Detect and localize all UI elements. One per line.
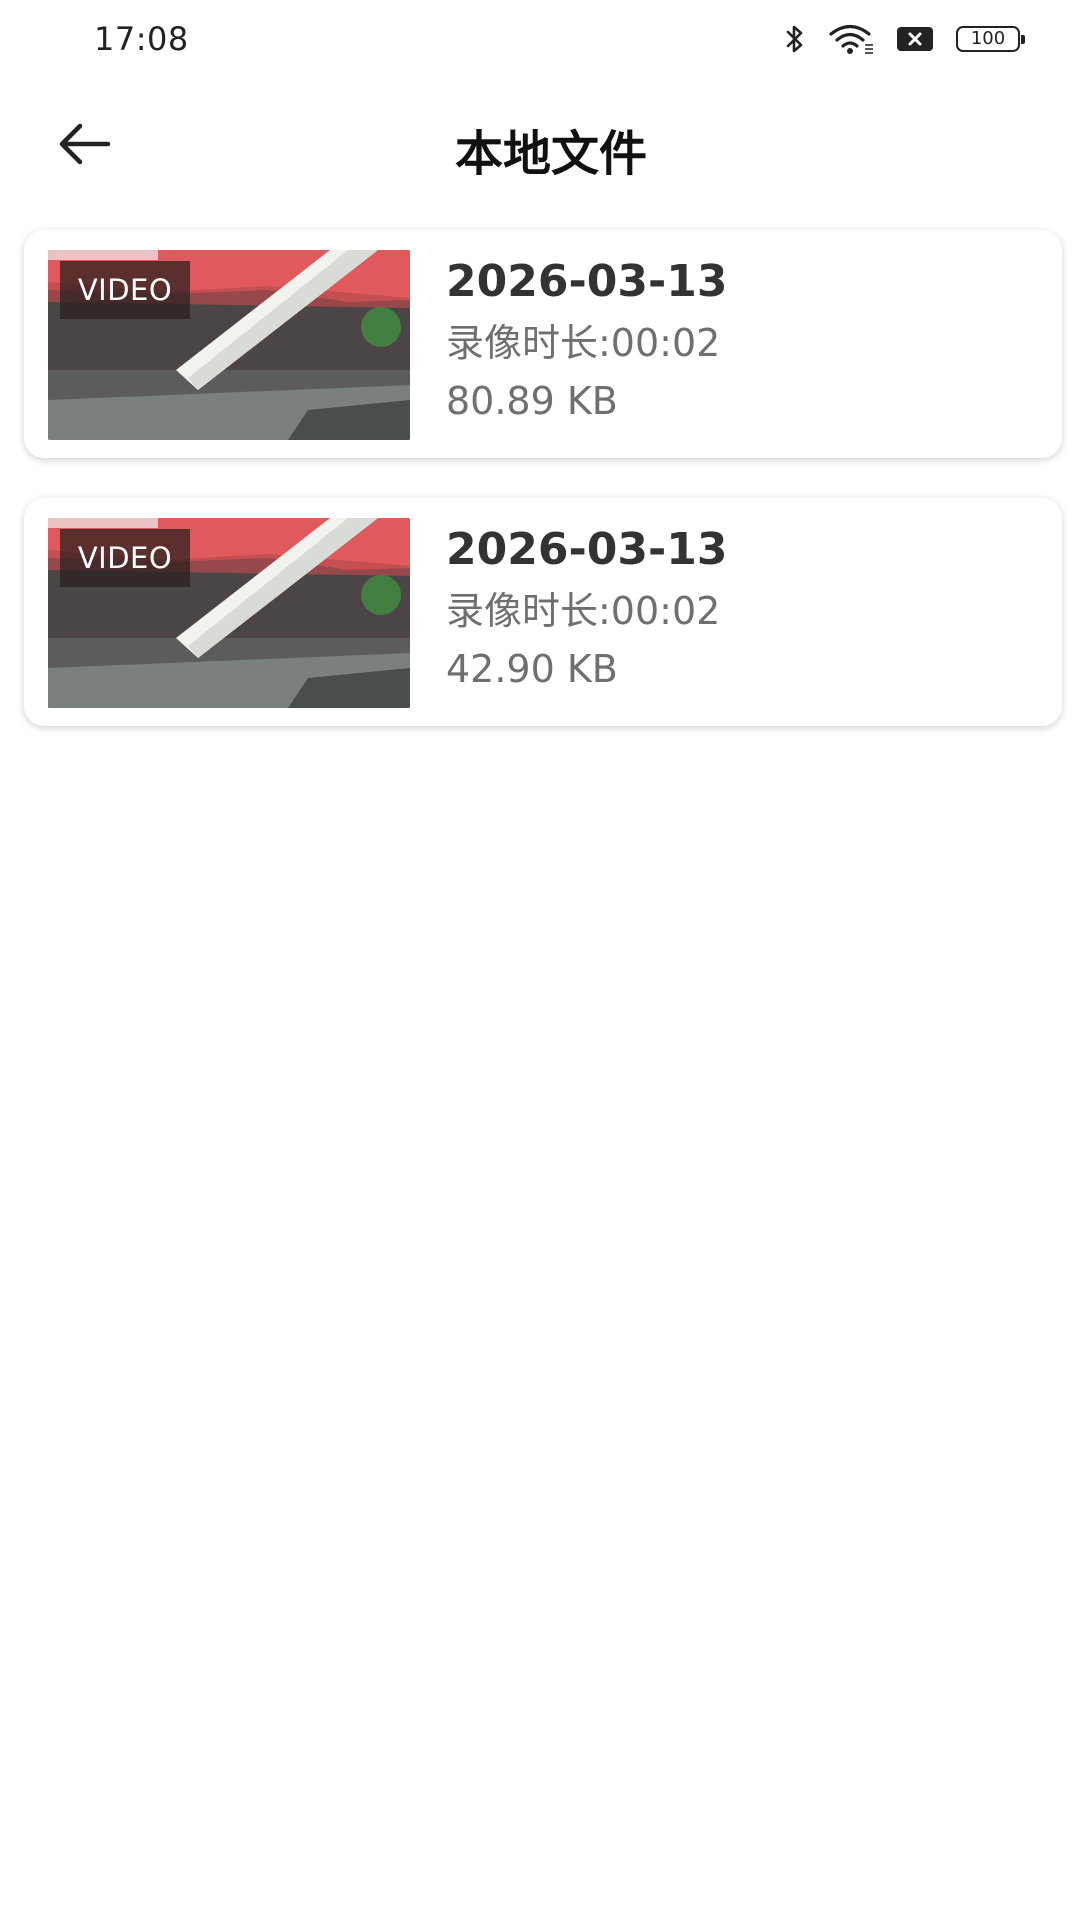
page-title: 本地文件 bbox=[454, 126, 647, 182]
file-date: 2026-03-13 bbox=[446, 524, 728, 575]
file-size: 80.89 KB bbox=[446, 379, 618, 423]
local-files-screen: 17:08 100 本地文件 VIDEO 2026-03-13 录像时长:00:… bbox=[0, 0, 1080, 1920]
status-icons: 100 bbox=[762, 22, 1025, 56]
file-info: 2026-03-13 录像时长:00:02 42.90 KB bbox=[446, 520, 1042, 698]
video-thumbnail[interactable]: VIDEO bbox=[48, 250, 410, 440]
file-list-item[interactable]: VIDEO 2026-03-13 录像时长:00:02 80.89 KB bbox=[24, 230, 1062, 458]
file-info: 2026-03-13 录像时长:00:02 80.89 KB bbox=[446, 252, 1042, 430]
battery-icon: 100 bbox=[956, 26, 1025, 52]
file-list-item[interactable]: VIDEO 2026-03-13 录像时长:00:02 42.90 KB bbox=[24, 498, 1062, 726]
status-time: 17:08 bbox=[94, 20, 189, 58]
header: 本地文件 bbox=[0, 100, 1080, 190]
wifi-icon bbox=[828, 23, 874, 55]
file-list: VIDEO 2026-03-13 录像时长:00:02 80.89 KB VID… bbox=[24, 230, 1062, 766]
bluetooth-icon bbox=[784, 23, 806, 55]
video-badge: VIDEO bbox=[60, 529, 190, 587]
status-bar: 17:08 100 bbox=[0, 0, 1080, 76]
sim-off-icon bbox=[896, 26, 934, 52]
file-duration: 录像时长:00:02 bbox=[446, 321, 721, 365]
file-duration: 录像时长:00:02 bbox=[446, 589, 721, 633]
file-size: 42.90 KB bbox=[446, 647, 618, 691]
video-badge: VIDEO bbox=[60, 261, 190, 319]
file-date: 2026-03-13 bbox=[446, 256, 728, 307]
video-thumbnail[interactable]: VIDEO bbox=[48, 518, 410, 708]
